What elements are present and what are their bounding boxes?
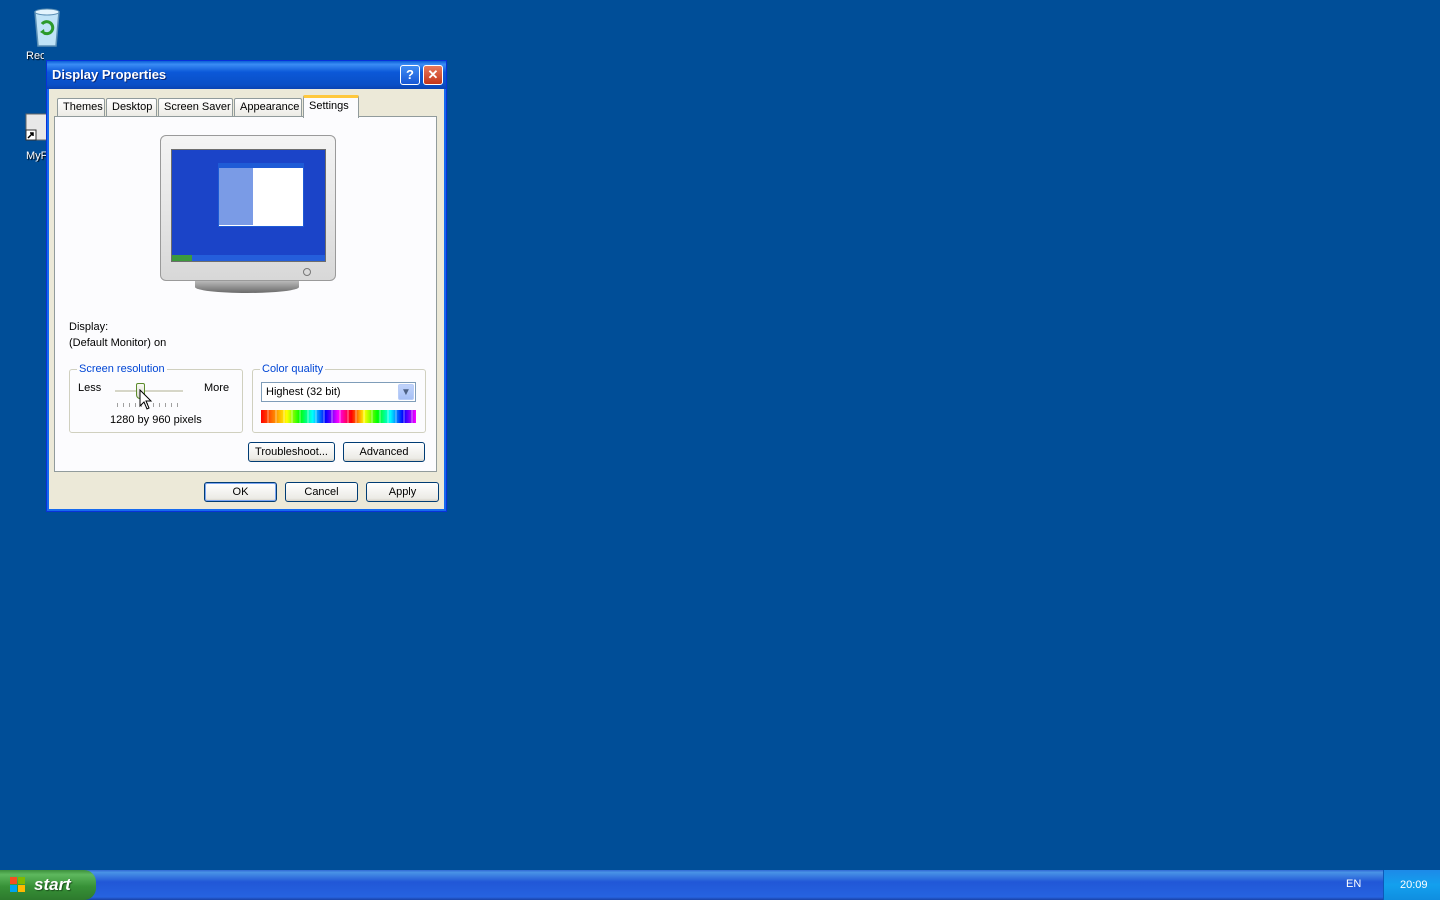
- taskbar: start EN 20:09: [0, 870, 1440, 900]
- color-quality-group: Color quality Highest (32 bit) ▼: [252, 363, 426, 433]
- preview-taskbar: [172, 255, 325, 261]
- screen-resolution-group: Screen resolution Less More 1280 by 960 …: [69, 363, 243, 433]
- apply-button[interactable]: Apply: [366, 482, 439, 502]
- resolution-less-label: Less: [78, 382, 102, 394]
- start-button[interactable]: start: [0, 870, 96, 900]
- monitor-preview: [160, 135, 336, 293]
- dialog-titlebar[interactable]: Display Properties ? ✕: [47, 61, 446, 89]
- close-button[interactable]: ✕: [423, 65, 443, 85]
- language-indicator[interactable]: EN: [1346, 878, 1361, 890]
- display-value: (Default Monitor) on: [69, 337, 167, 349]
- advanced-button[interactable]: Advanced: [343, 442, 425, 462]
- monitor-body: [160, 135, 336, 281]
- tab-screen-saver[interactable]: Screen Saver: [158, 98, 233, 116]
- recycle-bin-icon: [23, 2, 71, 50]
- resolution-more-label: More: [204, 382, 230, 394]
- display-properties-dialog: Display Properties ? ✕ Themes Desktop Sc…: [46, 60, 447, 512]
- system-tray: 20:09: [1383, 870, 1440, 900]
- desktop-icon-recycle-bin[interactable]: Recycle Bin: [12, 2, 82, 62]
- color-quality-legend: Color quality: [260, 363, 326, 375]
- start-label: start: [34, 875, 71, 894]
- monitor-stand: [195, 281, 299, 293]
- clock[interactable]: 20:09: [1400, 879, 1428, 891]
- preview-start: [172, 255, 192, 261]
- preview-window: [218, 163, 304, 227]
- screen-resolution-legend: Screen resolution: [77, 363, 167, 375]
- color-quality-select[interactable]: Highest (32 bit) ▼: [261, 382, 416, 402]
- ok-button[interactable]: OK: [204, 482, 277, 502]
- troubleshoot-button[interactable]: Troubleshoot...: [248, 442, 335, 462]
- color-quality-value: Highest (32 bit): [266, 386, 341, 398]
- tab-settings[interactable]: Settings: [303, 95, 359, 118]
- dialog-title: Display Properties: [52, 67, 167, 82]
- color-spectrum-bar: [261, 410, 416, 423]
- shortcut-label: MyF: [26, 150, 46, 162]
- help-button[interactable]: ?: [400, 65, 420, 85]
- tab-appearance[interactable]: Appearance: [234, 98, 302, 116]
- monitor-screen: [171, 149, 326, 262]
- resolution-value: 1280 by 960 pixels: [110, 414, 202, 426]
- settings-panel: Display: (Default Monitor) on Screen res…: [54, 116, 437, 472]
- tab-desktop[interactable]: Desktop: [106, 98, 157, 116]
- chevron-down-icon[interactable]: ▼: [398, 384, 414, 400]
- monitor-power-icon: [303, 268, 311, 276]
- display-label: Display:: [69, 321, 109, 333]
- tab-themes[interactable]: Themes: [57, 98, 105, 116]
- windows-logo-icon: [10, 877, 26, 893]
- cancel-button[interactable]: Cancel: [285, 482, 358, 502]
